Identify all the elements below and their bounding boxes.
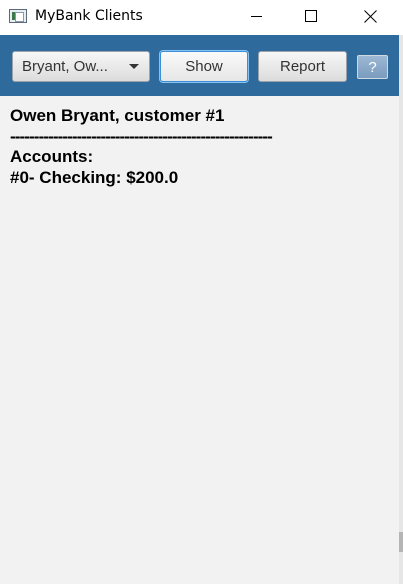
window-edge [399, 35, 403, 584]
maximize-button[interactable] [288, 0, 334, 32]
toolbar: Bryant, Ow... Show Report ? [0, 35, 403, 96]
help-icon: ? [368, 58, 377, 76]
client-details: Owen Bryant, customer #1 ---------------… [10, 106, 390, 188]
separator-line: ----------------------------------------… [10, 126, 273, 146]
report-button[interactable]: Report [258, 51, 347, 82]
client-select[interactable]: Bryant, Ow... [12, 51, 150, 82]
maximize-icon [305, 10, 317, 22]
close-button[interactable] [347, 0, 393, 32]
accounts-heading: Accounts: [10, 147, 94, 166]
scrollbar-thumb[interactable] [399, 532, 403, 552]
window-title: MyBank Clients [35, 8, 143, 24]
account-item: #0- Checking: $200.0 [10, 167, 179, 187]
show-button[interactable]: Show [160, 51, 248, 82]
client-select-value: Bryant, Ow... [22, 58, 108, 75]
help-button[interactable]: ? [357, 55, 388, 79]
title-bar: MyBank Clients [0, 0, 403, 35]
app-window-icon [9, 9, 27, 23]
chevron-down-icon [129, 64, 139, 69]
minimize-button[interactable] [233, 0, 279, 32]
app-window: MyBank Clients Bryant, Ow... Show Report… [0, 0, 403, 584]
close-icon [364, 10, 377, 23]
minimize-icon [250, 15, 262, 17]
customer-line: Owen Bryant, customer #1 [10, 106, 225, 125]
